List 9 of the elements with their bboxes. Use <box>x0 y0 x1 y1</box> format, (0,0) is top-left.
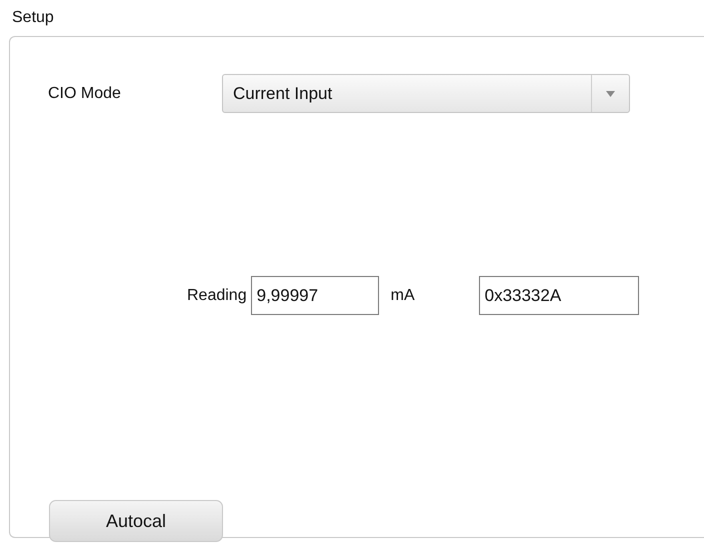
group-title: Setup <box>12 9 54 27</box>
raw-value-field[interactable]: 0x33332A <box>478 276 639 315</box>
reading-field[interactable]: 9,99997 <box>250 276 379 315</box>
dropdown-caret-icon <box>606 90 615 96</box>
mode-label: CIO Mode <box>48 84 122 102</box>
mode-dropdown[interactable]: Current Input <box>222 74 630 113</box>
autocal-button[interactable]: Autocal <box>49 500 223 542</box>
unit-label: mA <box>390 286 415 304</box>
reading-label: Reading <box>187 286 247 304</box>
